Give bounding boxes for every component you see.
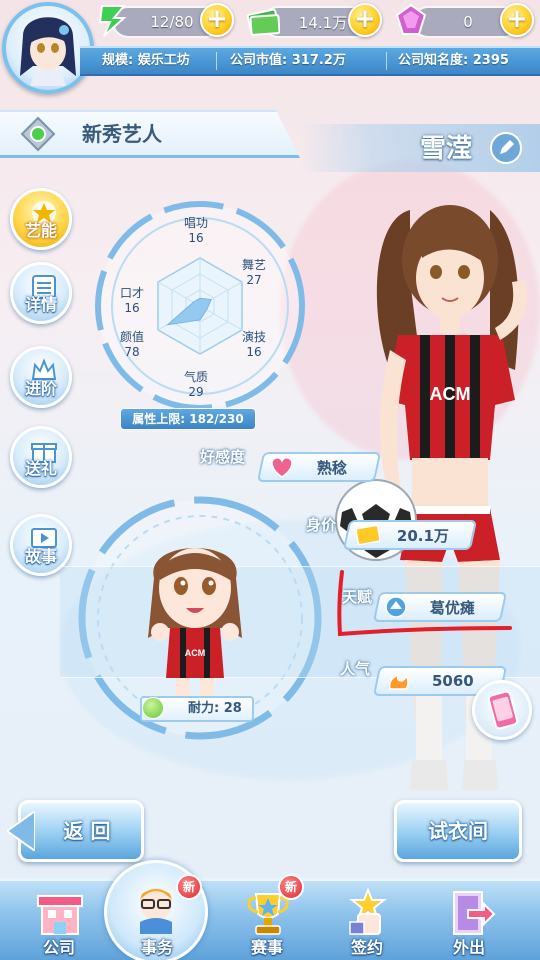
attr-eloquence-value: 16 bbox=[124, 301, 140, 315]
gem-value: 0 bbox=[463, 13, 473, 31]
flame-icon bbox=[388, 673, 409, 690]
attr-dance-value: 27 bbox=[246, 273, 262, 287]
page-title: 新秀艺人 bbox=[82, 122, 162, 146]
svg-text:ACM: ACM bbox=[430, 384, 471, 404]
attr-singing-value: 16 bbox=[188, 231, 204, 245]
gem-icon bbox=[395, 3, 427, 35]
company-market-value: 公司市值: 317.2万 bbox=[230, 53, 346, 68]
attr-acting: 演技 16 bbox=[234, 330, 274, 360]
company-scale: 规模: 娱乐工坊 bbox=[102, 53, 190, 68]
new-badge-affairs: 新 bbox=[176, 874, 202, 900]
side-tab-details[interactable]: 详情 bbox=[10, 262, 72, 324]
tab-outing-label: 外出 bbox=[452, 938, 485, 957]
side-tab-label: 进阶 bbox=[24, 379, 57, 398]
add-cash-button[interactable]: + bbox=[348, 3, 382, 37]
energy-icon bbox=[98, 5, 127, 37]
phone-button[interactable] bbox=[472, 680, 532, 740]
attr-singing-label: 唱功 bbox=[183, 216, 208, 230]
tab-outing[interactable]: 外出 bbox=[424, 878, 514, 960]
stat-divider bbox=[386, 52, 387, 70]
side-tab-label: 故事 bbox=[24, 547, 57, 566]
attr-dance-label: 舞艺 bbox=[241, 258, 266, 272]
tab-sign[interactable]: 签约 bbox=[322, 878, 412, 960]
contract-icon bbox=[349, 887, 387, 935]
annotation-underline bbox=[337, 570, 512, 637]
affinity-value: 熟稔 bbox=[316, 458, 347, 477]
back-button-label: 返 回 bbox=[63, 819, 111, 843]
tab-company-label: 公司 bbox=[42, 938, 75, 957]
smile-face-icon bbox=[142, 697, 164, 719]
side-tab-talent[interactable]: 艺能 bbox=[10, 188, 72, 250]
artist-chibi: ACM bbox=[148, 548, 242, 696]
attr-looks-value: 78 bbox=[124, 345, 140, 359]
rookie-badge-icon bbox=[20, 116, 56, 152]
price-tag-icon bbox=[355, 524, 381, 546]
door-icon bbox=[453, 891, 496, 935]
tab-sign-label: 签约 bbox=[350, 938, 383, 957]
wardrobe-button[interactable]: 试衣间 bbox=[394, 800, 522, 862]
company-stat-bar: 规模: 娱乐工坊 公司市值: 317.2万 公司知名度: 2395 bbox=[80, 46, 540, 76]
side-tab-label: 详情 bbox=[24, 295, 57, 314]
game-screen: ACM 12/80 + 14.1万 + 0 + 规模: 娱乐工坊 公司市值: 3… bbox=[0, 0, 540, 960]
affinity-label: 好感度 bbox=[200, 448, 246, 466]
tab-company[interactable]: 公司 bbox=[14, 878, 104, 960]
side-tab-label: 艺能 bbox=[24, 221, 57, 240]
stat-divider bbox=[216, 52, 217, 70]
attr-dance: 舞艺 27 bbox=[234, 258, 274, 288]
popularity-label: 人气 bbox=[340, 660, 371, 678]
attr-looks-label: 颜值 bbox=[119, 330, 144, 344]
attr-eloquence: 口才 16 bbox=[112, 286, 152, 316]
attr-acting-label: 演技 bbox=[241, 330, 266, 344]
price-label: 身价 bbox=[306, 516, 337, 534]
attr-temperament: 气质 29 bbox=[176, 370, 216, 400]
artist-name: 雪滢 bbox=[420, 134, 473, 164]
manager-icon bbox=[140, 888, 172, 934]
phone-icon bbox=[487, 690, 519, 730]
price-value: 20.1万 bbox=[396, 526, 449, 545]
back-button[interactable]: 返 回 bbox=[7, 800, 144, 862]
edit-name-button[interactable] bbox=[490, 132, 522, 164]
attr-temperament-value: 29 bbox=[188, 385, 204, 399]
side-tab-upgrade[interactable]: 进阶 bbox=[10, 346, 72, 408]
side-tab-gift[interactable]: 送礼 bbox=[10, 426, 72, 488]
new-badge-events: 新 bbox=[278, 874, 304, 900]
avatar-portrait bbox=[20, 17, 76, 86]
stamina-value: 耐力: 28 bbox=[188, 701, 242, 716]
attr-temperament-label: 气质 bbox=[183, 370, 208, 384]
attr-looks: 颜值 78 bbox=[112, 330, 152, 360]
cash-icon bbox=[246, 8, 280, 36]
tab-events-label: 赛事 bbox=[250, 938, 283, 957]
building-icon bbox=[37, 895, 83, 935]
attribute-limit: 属性上限: 182/230 bbox=[120, 408, 256, 430]
wardrobe-button-label: 试衣间 bbox=[428, 819, 488, 843]
add-energy-button[interactable]: + bbox=[200, 3, 234, 37]
side-tab-label: 送礼 bbox=[24, 459, 57, 478]
energy-value: 12/80 bbox=[150, 13, 194, 31]
attr-acting-value: 16 bbox=[246, 345, 262, 359]
attr-singing: 唱功 16 bbox=[176, 216, 216, 246]
tab-affairs-label: 事务 bbox=[140, 938, 173, 957]
heart-icon bbox=[271, 457, 293, 478]
popularity-value: 5060 bbox=[432, 672, 474, 690]
cash-value: 14.1万 bbox=[298, 13, 348, 32]
svg-text:ACM: ACM bbox=[185, 648, 206, 658]
add-gem-button[interactable]: + bbox=[500, 3, 534, 37]
company-fame: 公司知名度: 2395 bbox=[398, 53, 509, 68]
pencil-icon bbox=[500, 140, 514, 154]
attr-eloquence-label: 口才 bbox=[119, 286, 144, 300]
back-arrow-icon bbox=[7, 811, 35, 851]
